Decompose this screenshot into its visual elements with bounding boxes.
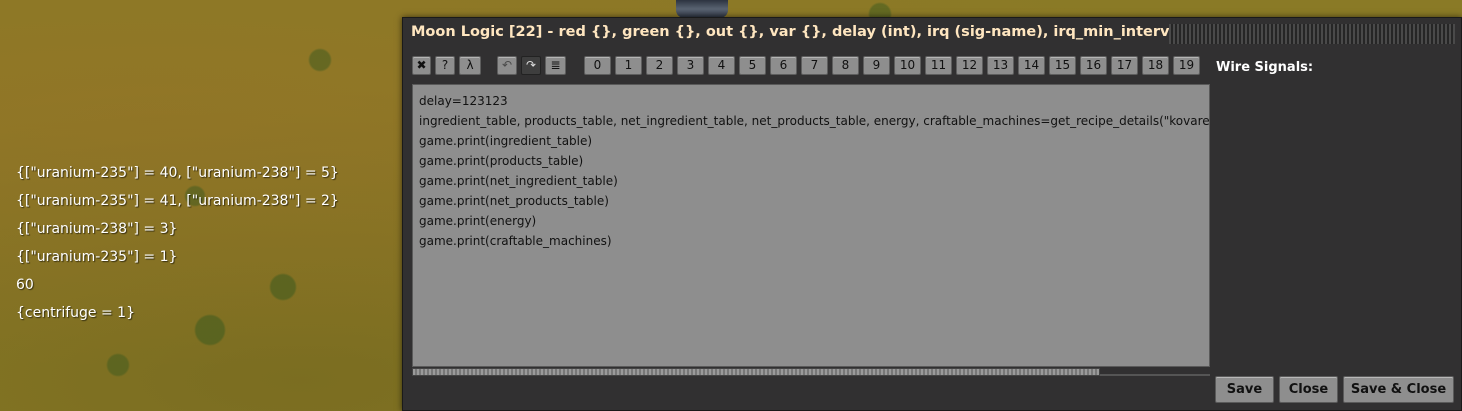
format-button[interactable]: ≣ — [545, 56, 566, 75]
drag-handle[interactable] — [1169, 24, 1455, 44]
history-tab-15[interactable]: 15 — [1049, 56, 1076, 75]
history-tab-13[interactable]: 13 — [987, 56, 1014, 75]
game-console-log: {["uranium-235"] = 40, ["uranium-238"] =… — [16, 161, 339, 329]
code-line[interactable]: game.print(net_ingredient_table) — [413, 171, 1209, 191]
moon-logic-window: Moon Logic [22] - red {}, green {}, out … — [402, 17, 1462, 411]
log-line: 60 — [16, 277, 34, 293]
history-tab-3[interactable]: 3 — [677, 56, 704, 75]
help-button[interactable]: ? — [435, 56, 455, 75]
log-line: {["uranium-235"] = 40, ["uranium-238"] =… — [16, 165, 339, 181]
code-line[interactable]: game.print(energy) — [413, 211, 1209, 231]
centrifuge-entity[interactable] — [676, 0, 728, 18]
code-line[interactable]: game.print(ingredient_table) — [413, 131, 1209, 151]
history-tab-9[interactable]: 9 — [863, 56, 890, 75]
history-tab-16[interactable]: 16 — [1080, 56, 1107, 75]
redo-icon: ↷ — [525, 58, 537, 72]
history-tab-0[interactable]: 0 — [584, 56, 611, 75]
close-x-icon: ✖ — [416, 58, 427, 72]
history-tab-8[interactable]: 8 — [832, 56, 859, 75]
scroll-thumb[interactable] — [412, 368, 1100, 376]
history-tab-4[interactable]: 4 — [708, 56, 735, 75]
history-tab-1[interactable]: 1 — [615, 56, 642, 75]
code-line[interactable]: game.print(net_products_table) — [413, 191, 1209, 211]
history-tab-2[interactable]: 2 — [646, 56, 673, 75]
save-button[interactable]: Save — [1215, 376, 1274, 403]
code-line[interactable]: game.print(craftable_machines) — [413, 231, 1209, 251]
redo-button[interactable]: ↷ — [521, 56, 541, 75]
code-line[interactable]: delay=123123 — [413, 91, 1209, 111]
history-tab-19[interactable]: 19 — [1173, 56, 1200, 75]
history-tab-6[interactable]: 6 — [770, 56, 797, 75]
save-and-close-button[interactable]: Save & Close — [1343, 376, 1454, 403]
history-tab-5[interactable]: 5 — [739, 56, 766, 75]
format-icon: ≣ — [550, 58, 561, 72]
clear-button[interactable]: ✖ — [412, 56, 431, 75]
horizontal-scrollbar[interactable] — [412, 368, 1210, 378]
undo-icon: ↶ — [501, 58, 513, 72]
code-line[interactable]: game.print(products_table) — [413, 151, 1209, 171]
undo-button[interactable]: ↶ — [497, 56, 517, 75]
log-line: {["uranium-238"] = 3} — [16, 221, 178, 237]
code-line[interactable]: ingredient_table, products_table, net_in… — [413, 111, 1209, 131]
log-line: {centrifuge = 1} — [16, 305, 135, 321]
log-line: {["uranium-235"] = 1} — [16, 249, 178, 265]
history-tab-11[interactable]: 11 — [925, 56, 952, 75]
help-icon: ? — [441, 58, 449, 72]
code-editor[interactable]: delay=123123 ingredient_table, products_… — [412, 84, 1210, 367]
window-title: Moon Logic [22] - red {}, green {}, out … — [411, 24, 1225, 40]
history-tab-10[interactable]: 10 — [894, 56, 921, 75]
history-tab-12[interactable]: 12 — [956, 56, 983, 75]
close-button[interactable]: Close — [1279, 376, 1338, 403]
title-bar[interactable]: Moon Logic [22] - red {}, green {}, out … — [403, 18, 1461, 50]
history-tab-14[interactable]: 14 — [1018, 56, 1045, 75]
wire-signals-label: Wire Signals: — [1216, 60, 1314, 75]
history-tab-7[interactable]: 7 — [801, 56, 828, 75]
history-tab-17[interactable]: 17 — [1111, 56, 1138, 75]
log-line: {["uranium-235"] = 41, ["uranium-238"] =… — [16, 193, 339, 209]
lambda-icon: λ — [466, 58, 474, 72]
vars-button[interactable]: λ — [459, 56, 481, 75]
history-tab-18[interactable]: 18 — [1142, 56, 1169, 75]
